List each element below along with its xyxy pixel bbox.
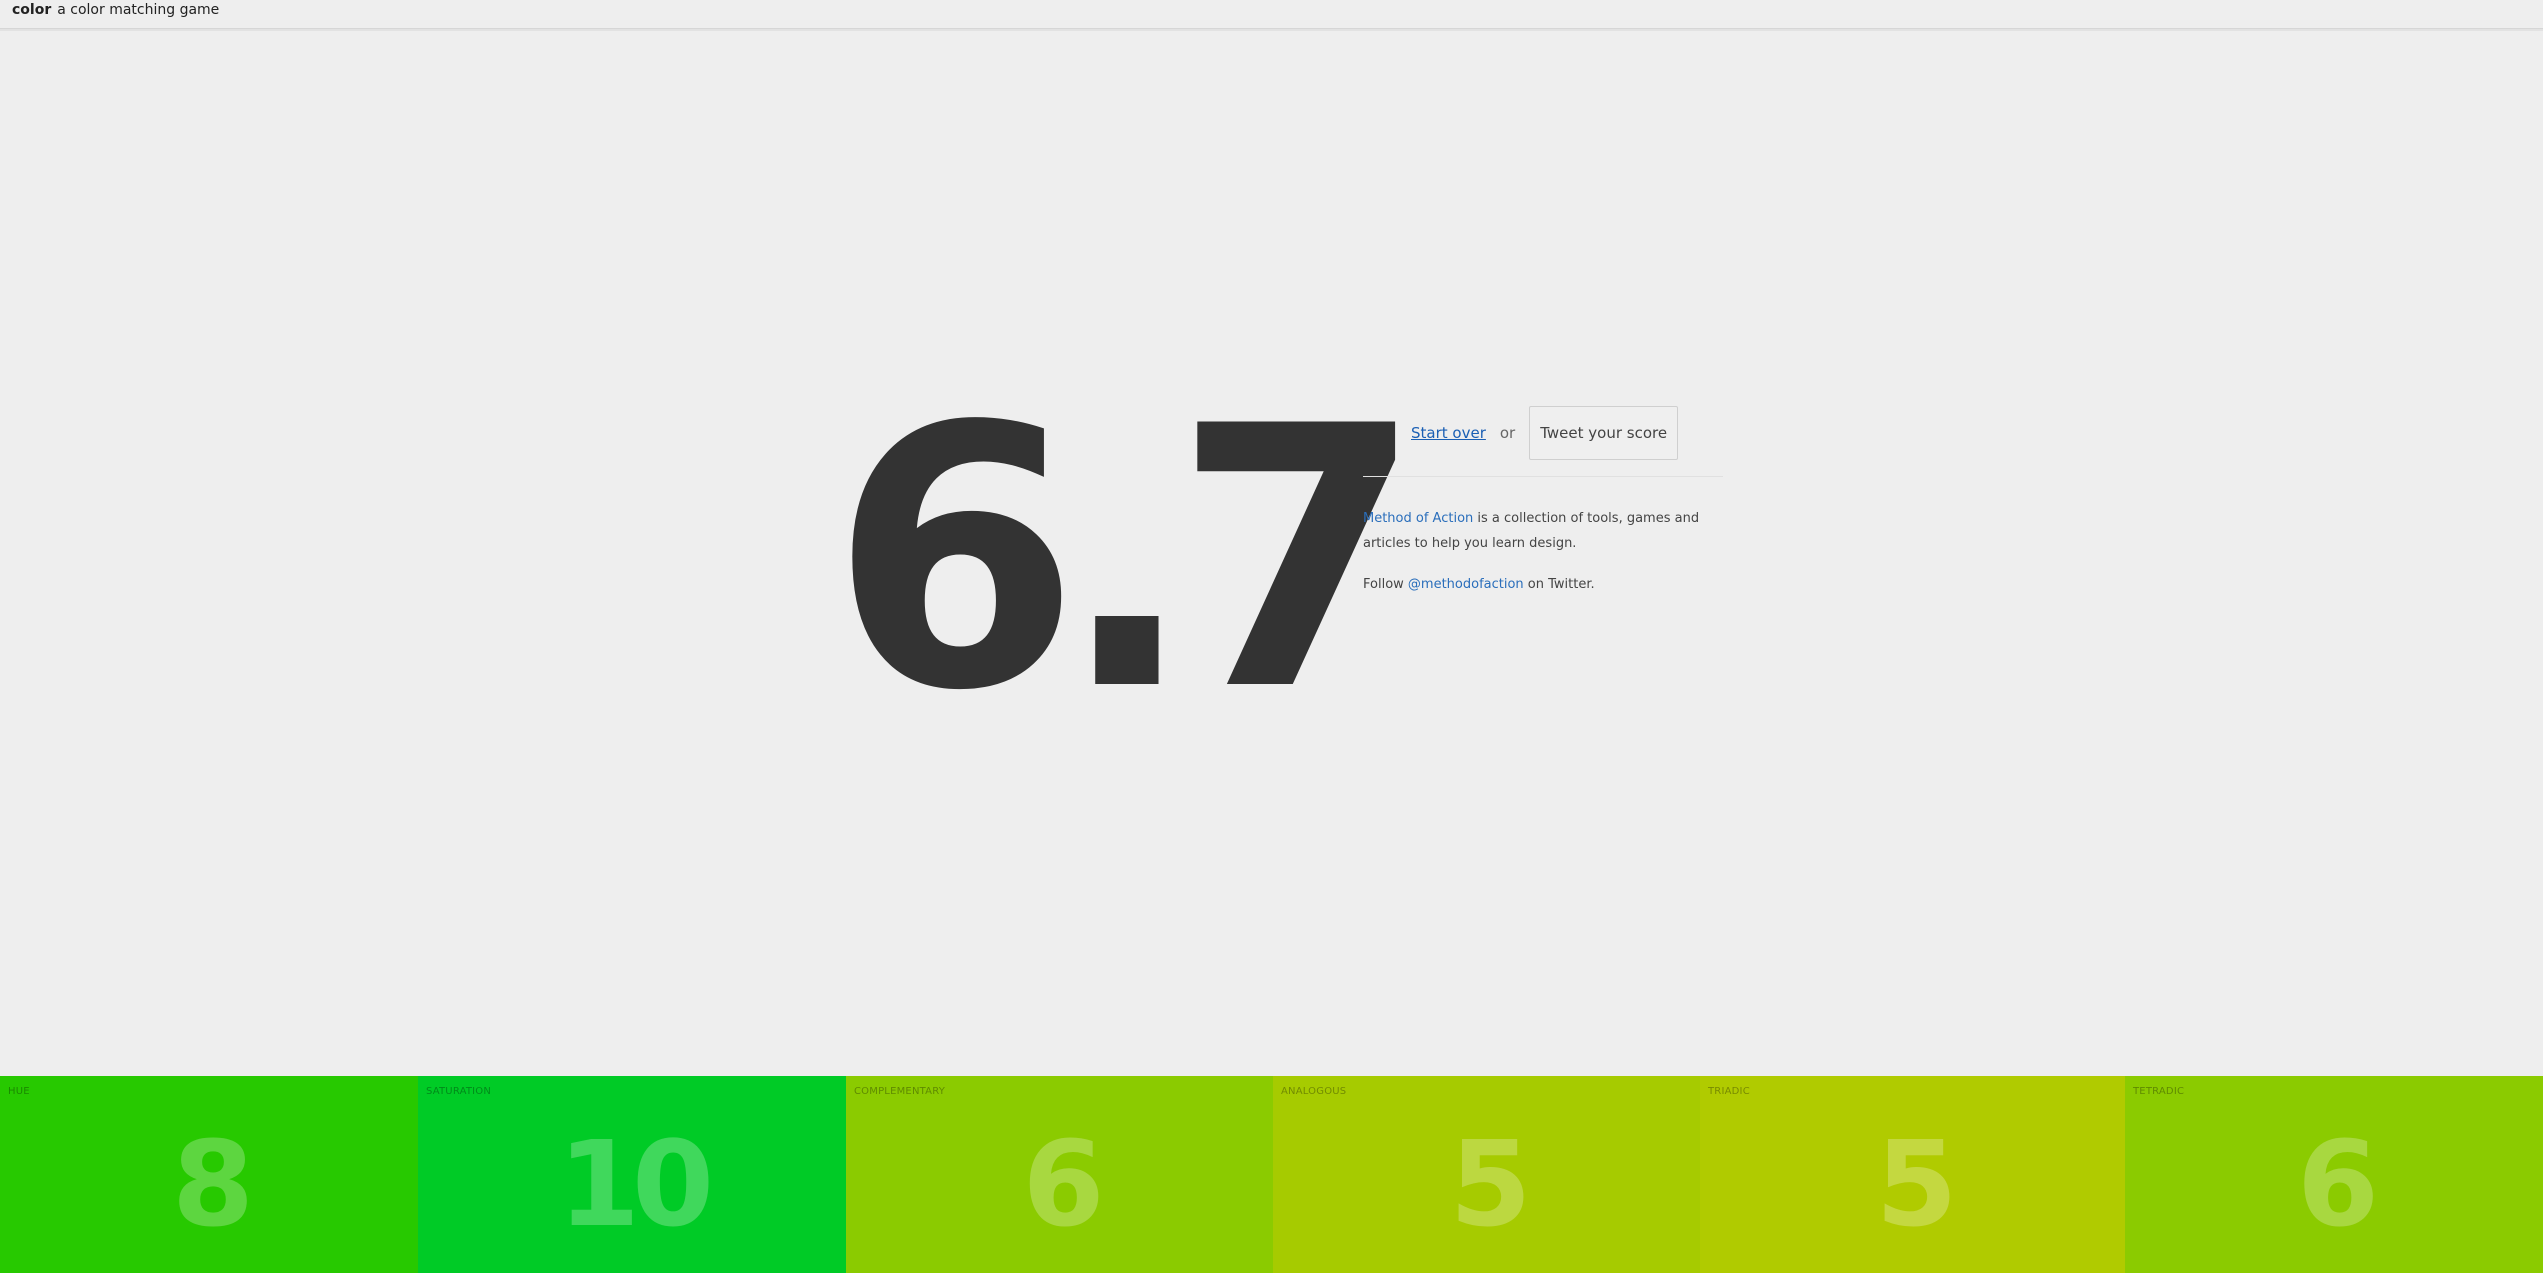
top-bar: color a color matching game xyxy=(0,0,2543,29)
follow-line: Follow @methodofaction on Twitter. xyxy=(1363,572,1735,597)
twitter-handle-link[interactable]: @methodofaction xyxy=(1408,577,1524,592)
tile-score: 8 xyxy=(171,1115,254,1253)
tile-score: 10 xyxy=(557,1115,714,1253)
follow-prefix: Follow xyxy=(1363,577,1408,592)
result-actions: Start over or Tweet your score xyxy=(1363,404,1723,477)
tile-label: HUE xyxy=(8,1086,30,1097)
category-scores: HUE 8 SATURATION 10 COMPLEMENTARY 6 ANAL… xyxy=(0,1076,2543,1273)
or-separator: or xyxy=(1499,424,1516,442)
tile-score: 5 xyxy=(1875,1115,1957,1253)
tile-label: ANALOGOUS xyxy=(1281,1086,1347,1097)
brand: color a color matching game xyxy=(12,0,219,20)
tile-score: 6 xyxy=(1022,1115,1104,1253)
tile-analogous: ANALOGOUS 5 xyxy=(1273,1076,1700,1273)
app-name: color xyxy=(12,2,52,18)
follow-suffix: on Twitter. xyxy=(1523,577,1595,592)
tile-label: COMPLEMENTARY xyxy=(854,1086,946,1097)
about-description: Method of Action is a collection of tool… xyxy=(1363,506,1735,556)
app-tagline: a color matching game xyxy=(57,2,220,18)
tile-saturation: SATURATION 10 xyxy=(418,1076,846,1273)
tile-tetradic: TETRADIC 6 xyxy=(2125,1076,2543,1273)
tile-label: TETRADIC xyxy=(2133,1086,2185,1097)
tile-label: SATURATION xyxy=(426,1086,492,1097)
about-section: Method of Action is a collection of tool… xyxy=(1363,506,1735,613)
tile-label: TRIADIC xyxy=(1708,1086,1750,1097)
tile-hue: HUE 8 xyxy=(0,1076,418,1273)
tweet-score-button[interactable]: Tweet your score xyxy=(1529,406,1679,460)
tile-score: 6 xyxy=(2296,1115,2379,1253)
final-score: 6.7 xyxy=(830,350,1424,769)
method-of-action-link[interactable]: Method of Action xyxy=(1363,511,1473,526)
tile-score: 5 xyxy=(1449,1115,1531,1253)
tile-triadic: TRIADIC 5 xyxy=(1700,1076,2125,1273)
start-over-link[interactable]: Start over xyxy=(1411,424,1486,442)
tile-complementary: COMPLEMENTARY 6 xyxy=(846,1076,1273,1273)
